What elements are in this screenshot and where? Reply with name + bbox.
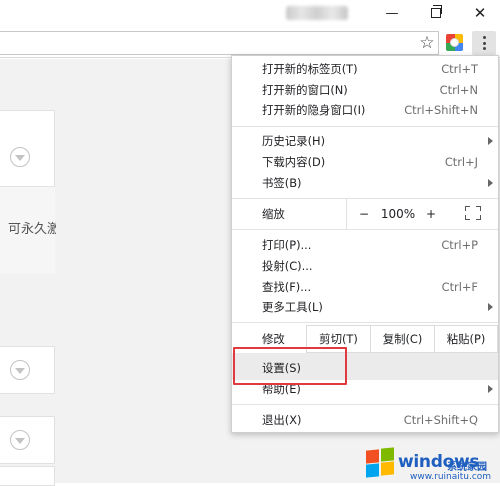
shortcut-exit: Ctrl+Shift+Q	[403, 413, 478, 427]
collapsed-card[interactable]	[0, 466, 55, 486]
shortcut-find: Ctrl+F	[441, 280, 478, 294]
menu-separator	[232, 126, 498, 127]
chrome-menu-button[interactable]	[472, 31, 496, 55]
menu-item-print[interactable]: 打印(P)...	[262, 237, 311, 253]
menu-dot-icon	[482, 41, 486, 45]
minimize-icon: —	[385, 5, 399, 21]
fullscreen-icon[interactable]	[465, 206, 481, 220]
windows-logo-icon	[366, 447, 396, 478]
address-bar[interactable]	[0, 31, 439, 55]
submenu-arrow-icon	[488, 179, 493, 187]
shortcut-print: Ctrl+P	[441, 238, 478, 252]
extension-icon[interactable]	[446, 34, 463, 51]
shortcut-downloads: Ctrl+J	[444, 155, 478, 169]
restore-button[interactable]	[423, 2, 449, 24]
paste-button[interactable]: 粘贴(P)	[434, 325, 498, 353]
zoom-out-button[interactable]: −	[356, 206, 372, 222]
menu-separator	[232, 229, 498, 230]
shortcut-new-tab: Ctrl+T	[441, 62, 478, 76]
bookmark-star-icon[interactable]: ☆	[417, 32, 437, 54]
menu-item-find[interactable]: 查找(F)...	[262, 279, 311, 295]
card-text: 可永久激	[8, 222, 56, 237]
menu-item-new-window[interactable]: 打开新的窗口(N)	[262, 82, 348, 98]
menu-separator	[232, 404, 498, 405]
shortcut-new-window: Ctrl+N	[439, 83, 478, 97]
zoom-level: 100%	[380, 207, 416, 221]
menu-item-edit: 修改	[262, 332, 285, 346]
blurred-user-name	[286, 6, 348, 20]
menu-separator	[232, 322, 498, 323]
menu-item-new-tab[interactable]: 打开新的标签页(T)	[262, 61, 358, 77]
close-icon: ✕	[473, 4, 487, 22]
option-card-header[interactable]	[0, 110, 55, 186]
menu-item-zoom: 缩放	[262, 207, 285, 221]
shortcut-new-incognito: Ctrl+Shift+N	[404, 103, 478, 117]
menu-item-exit[interactable]: 退出(X)	[262, 412, 301, 428]
menu-item-downloads[interactable]: 下载内容(D)	[262, 154, 325, 170]
submenu-arrow-icon	[488, 385, 493, 393]
copy-button[interactable]: 复制(C)	[370, 325, 435, 353]
minimize-button[interactable]: —	[379, 2, 405, 24]
menu-item-cast[interactable]: 投射(C)...	[262, 258, 313, 274]
annotation-highlight-box	[233, 347, 347, 385]
menu-item-bookmarks[interactable]: 书签(B)	[262, 175, 301, 191]
watermark-subtitle: 系统家园	[447, 462, 487, 473]
menu-dot-icon	[482, 36, 486, 39]
submenu-arrow-icon	[488, 137, 493, 145]
close-button[interactable]: ✕	[467, 2, 493, 24]
expand-chevron-icon[interactable]	[10, 360, 30, 380]
menu-item-more-tools[interactable]: 更多工具(L)	[262, 299, 323, 315]
menu-item-new-incognito[interactable]: 打开新的隐身窗口(I)	[262, 102, 365, 118]
restore-icon	[431, 5, 442, 18]
submenu-arrow-icon	[488, 303, 493, 311]
menu-dot-icon	[482, 47, 486, 50]
expand-chevron-icon[interactable]	[10, 147, 30, 167]
menu-item-history[interactable]: 历史记录(H)	[262, 133, 325, 149]
zoom-in-button[interactable]: +	[423, 206, 439, 222]
watermark-url: www.ruinaitu.com	[410, 472, 492, 482]
expand-chevron-icon[interactable]	[10, 430, 30, 450]
